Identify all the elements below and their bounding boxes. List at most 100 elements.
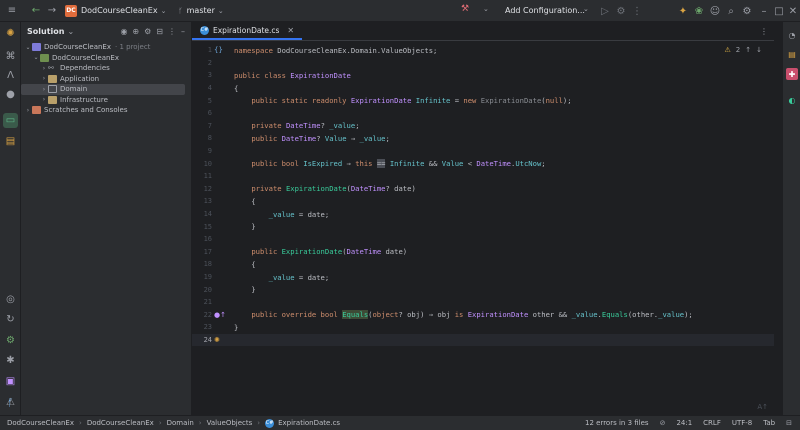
chevron-right-icon[interactable]: ›	[40, 96, 48, 103]
chevron-down-icon[interactable]: ⌄	[218, 7, 224, 15]
settings-icon[interactable]: ⚙	[144, 27, 151, 36]
line-number: 14	[203, 210, 212, 219]
chevron-down-icon[interactable]: ⌄	[24, 44, 32, 51]
line-number: 11	[203, 172, 212, 181]
build-hammer-icon[interactable]: ⚒	[461, 4, 469, 14]
line-number: 22	[203, 310, 212, 319]
close-icon[interactable]: ✕	[287, 26, 294, 35]
code-line: 10 public bool IsExpired ⇒ this == Infin…	[192, 157, 774, 170]
code-line: 9	[192, 145, 774, 158]
debug-icon[interactable]: ⚙	[614, 4, 628, 18]
database-icon[interactable]: ▤	[3, 134, 18, 149]
branch-name[interactable]: master	[187, 6, 215, 15]
debug-icon[interactable]: ✱	[3, 353, 18, 368]
services-icon[interactable]: ◎	[3, 292, 18, 307]
code-line: 15 }	[192, 220, 774, 233]
user-icon[interactable]: ☺	[708, 4, 722, 18]
notifications-icon[interactable]: ◔	[786, 29, 798, 41]
code-line: 1 {} namespace DodCourseCleanEx.Domain.V…	[192, 44, 774, 57]
lightbulb-icon[interactable]: ✺	[212, 336, 234, 344]
ai-assistant-icon[interactable]: ✚	[786, 68, 798, 80]
breadcrumb-item[interactable]: ValueObjects	[207, 419, 253, 427]
namespace-marker-icon[interactable]: {}	[212, 46, 234, 54]
project-name[interactable]: DodCourseCleanEx	[81, 6, 158, 15]
code-text: public override bool Equals(object? obj)…	[251, 310, 693, 320]
minimize-icon[interactable]: –	[757, 4, 771, 18]
more-icon[interactable]: ⋮	[630, 4, 644, 18]
github-icon[interactable]: ●	[3, 87, 18, 102]
plugin-icon[interactable]: ❀	[692, 4, 706, 18]
chevron-down-icon[interactable]: ⌄	[67, 27, 74, 36]
breadcrumb-item[interactable]: ExpirationDate.cs	[278, 419, 340, 427]
chevron-right-icon[interactable]: ›	[40, 75, 48, 82]
tree-item-application[interactable]: › Application	[21, 74, 191, 85]
chevron-right-icon[interactable]: ›	[40, 86, 48, 93]
chevron-right-icon[interactable]: ›	[40, 65, 48, 72]
line-ending[interactable]: CRLF	[703, 419, 721, 427]
tree-item-domain[interactable]: › Domain	[21, 84, 185, 95]
more-icon[interactable]: ⋮	[168, 27, 176, 36]
structure-icon[interactable]: ⌘	[3, 49, 18, 64]
locate-icon[interactable]: ⊕	[132, 27, 139, 36]
breadcrumb-item[interactable]: DodCourseCleanEx	[7, 419, 74, 427]
line-number: 12	[203, 184, 212, 193]
chevron-down-icon[interactable]: ⌄	[483, 5, 489, 13]
line-number: 7	[207, 121, 212, 130]
code-text: {	[234, 259, 256, 269]
override-marker-icon[interactable]: ●↑	[212, 311, 234, 319]
solution-panel: Solution ⌄ ◉ ⊕ ⚙ ⊟ ⋮ – ⌄ DodCourseCleanE…	[21, 22, 192, 415]
error-summary[interactable]: 12 errors in 3 files	[585, 419, 649, 427]
back-icon[interactable]: ←	[29, 4, 43, 18]
build-icon[interactable]: ⚙	[3, 333, 18, 348]
lock-icon[interactable]: ⊟	[786, 419, 792, 427]
search-icon[interactable]: ⌕	[724, 4, 738, 18]
indent-setting[interactable]: Tab	[763, 419, 775, 427]
tools-icon[interactable]: ✦	[676, 4, 690, 18]
caret-position[interactable]: 24:1	[676, 419, 692, 427]
code-area[interactable]: 1 {} namespace DodCourseCleanEx.Domain.V…	[192, 42, 774, 415]
lightbulb-icon[interactable]: ✺	[3, 26, 18, 41]
tab-expirationdate[interactable]: C# ExpirationDate.cs ✕	[192, 22, 303, 40]
git-icon[interactable]: ᚶ	[3, 396, 18, 411]
tree-item-solution[interactable]: ⌄ DodCourseCleanEx · 1 project	[21, 42, 191, 53]
tree-item-scratches[interactable]: › Scratches and Consoles	[21, 105, 191, 116]
tree-item-dependencies[interactable]: › ⚯ Dependencies	[21, 63, 191, 74]
reader-mode-icon[interactable]: A↑	[757, 403, 768, 411]
database-icon[interactable]: ▤	[786, 48, 798, 60]
run-icon[interactable]: ▷	[598, 4, 612, 18]
more-tabs-icon[interactable]: ⋮	[760, 22, 774, 40]
vertical-scrollbar[interactable]	[766, 42, 774, 415]
solution-title[interactable]: Solution	[27, 27, 64, 36]
file-encoding[interactable]: UTF-8	[732, 419, 752, 427]
git-branch-status-icon[interactable]: ⊘	[660, 419, 666, 427]
terminal-icon[interactable]: ▣	[3, 374, 18, 389]
line-number: 5	[207, 96, 212, 105]
collapse-icon[interactable]: ⊟	[156, 27, 163, 36]
chevron-down-icon[interactable]: ⌄	[583, 5, 589, 13]
settings-gear-icon[interactable]: ⚙	[740, 4, 754, 18]
line-number: 18	[203, 260, 212, 269]
maximize-icon[interactable]: □	[772, 4, 786, 18]
project-badge: DC	[65, 4, 77, 17]
tree-item-infrastructure[interactable]: › Infrastructure	[21, 95, 191, 106]
tree-item-label: Domain	[60, 85, 88, 94]
run-configuration[interactable]: Add Configuration...	[505, 6, 585, 15]
tree-item-project[interactable]: ⌄ DodCourseCleanEx	[21, 53, 191, 64]
breadcrumb-item[interactable]: DodCourseCleanEx	[87, 419, 154, 427]
copilot-icon[interactable]: ◐	[786, 94, 798, 106]
chevron-right-icon: ›	[198, 419, 202, 427]
line-number: 3	[207, 71, 212, 80]
main-menu-icon[interactable]: ≡	[5, 4, 19, 18]
close-icon[interactable]: ✕	[786, 4, 800, 18]
explorer-icon[interactable]: ▭	[3, 113, 18, 128]
chevron-right-icon[interactable]: ›	[24, 107, 32, 114]
breadcrumb-item[interactable]: Domain	[167, 419, 194, 427]
eye-icon[interactable]: ◉	[120, 27, 127, 36]
chevron-down-icon[interactable]: ⌄	[32, 54, 40, 61]
forward-icon[interactable]: →	[45, 4, 59, 18]
hide-icon[interactable]: –	[181, 27, 185, 36]
history-icon[interactable]: ↻	[3, 312, 18, 327]
chevron-down-icon[interactable]: ⌄	[161, 7, 167, 15]
analyze-icon[interactable]: Λ	[3, 68, 18, 83]
code-text: {	[234, 196, 256, 206]
